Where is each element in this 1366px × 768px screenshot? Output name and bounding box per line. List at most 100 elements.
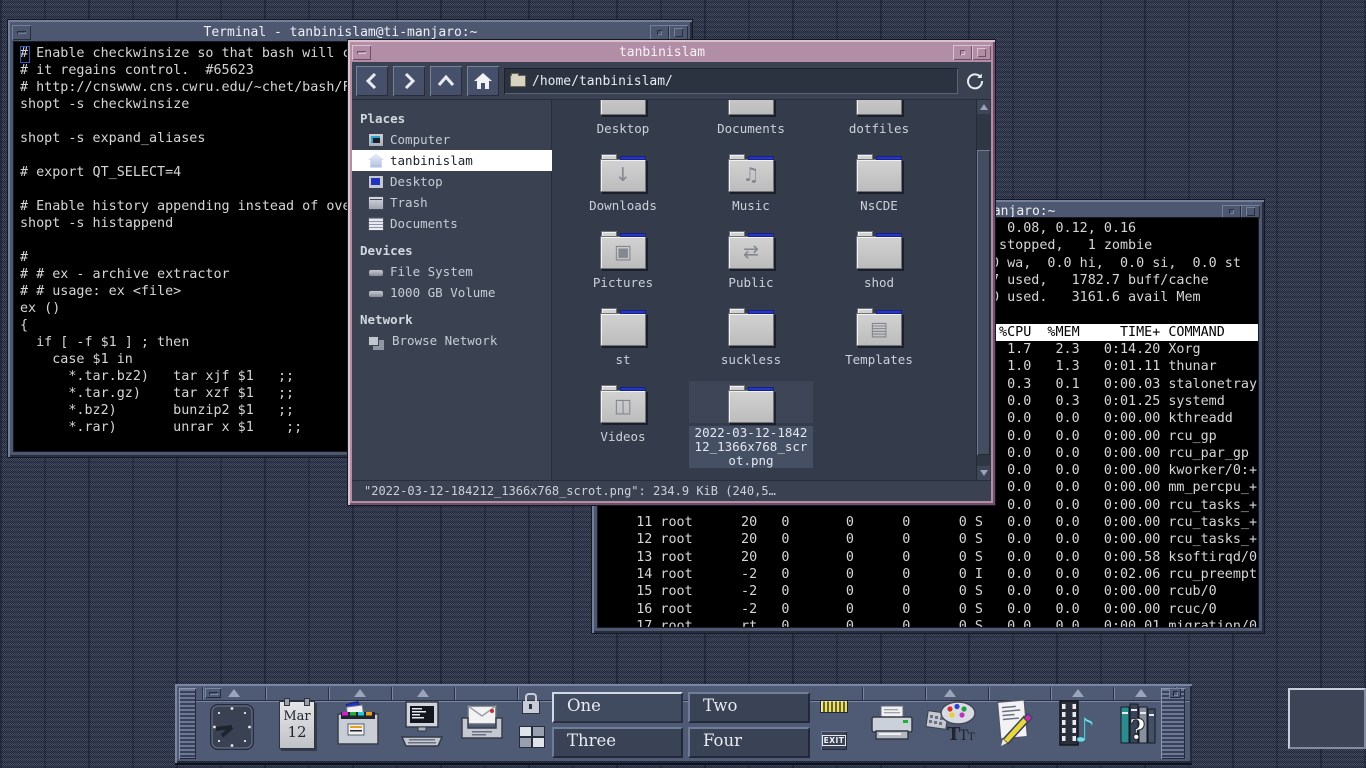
file-view[interactable]: Desktop Documents dotfiles [552,100,991,480]
workspace-button[interactable]: Two [688,692,810,723]
folder-emblem-icon: ▣ [601,237,645,268]
sidebar-item[interactable]: File System [352,261,552,282]
exit-button[interactable]: EXIT [821,731,847,750]
workspace-label: One [567,696,601,715]
file-item[interactable]: Documents [689,100,813,150]
sidebar-item-label: File System [390,264,473,279]
system-tray [1288,688,1366,749]
window-file-manager: tanbinislam /hom [348,40,995,505]
panel-iconify-button[interactable] [1169,688,1181,698]
sidebar-item[interactable]: Computer [352,129,552,150]
iconify-button[interactable] [953,45,972,60]
subpanel-arrow-media[interactable] [1072,689,1084,697]
file-icon [561,304,685,346]
maximize-button[interactable] [669,25,688,40]
clock-widget[interactable] [208,702,256,752]
sidebar-item-icon [368,336,379,346]
scrollbar-vertical[interactable] [976,100,991,480]
file-item[interactable]: suckless [689,304,813,381]
file-manager-launcher[interactable] [333,700,383,748]
file-item[interactable]: ◫ Videos [561,381,685,458]
iconify-button[interactable] [1222,205,1241,218]
file-item[interactable]: ▣ Pictures [561,227,685,304]
iconify-button[interactable] [650,25,669,40]
file-item[interactable]: 2022-03-12-184212_1366x768_scrot.png [689,381,813,458]
sidebar-item[interactable]: 1000 GB Volume [352,282,552,303]
folder-icon [510,75,526,87]
subpanel-arrow-terminal[interactable] [417,689,429,697]
file-icon [817,150,941,192]
file-icon: ▣ [561,227,685,269]
file-item[interactable]: dotfiles [817,100,941,150]
workspace-button[interactable]: One [552,692,683,723]
folder-icon [600,100,646,115]
file-item[interactable]: ♫ Music [689,150,813,227]
forward-button[interactable] [393,66,425,96]
svg-text:♪: ♪ [1074,711,1096,750]
scroll-up-button[interactable] [977,100,990,114]
home-button[interactable] [467,66,499,96]
panel-menu-dash-icon [209,692,218,695]
back-button[interactable] [356,66,388,96]
file-item[interactable]: st [561,304,685,381]
folder-icon [856,236,902,269]
subpanel-arrow-clock[interactable] [228,689,240,697]
file-name: Templates [843,353,915,367]
file-item[interactable]: Desktop [561,100,685,150]
folder-icon [856,159,902,192]
panel-menu-button[interactable] [205,688,221,698]
workspace-switcher: One Two Three Four [552,692,810,762]
maximize-button[interactable] [1241,205,1260,218]
subpanel-arrow-help[interactable] [1135,689,1147,697]
subpanel-arrow-style[interactable] [944,689,956,697]
window-menu-dash-icon [357,51,366,54]
file-name: suckless [719,353,783,367]
workspace-button[interactable]: Four [688,727,810,758]
sidebar-item[interactable]: tanbinislam [352,150,552,171]
scroll-down-button[interactable] [977,466,990,480]
calendar-widget[interactable]: Mar 12 [279,701,315,749]
sidebar-item[interactable]: Desktop [352,171,552,192]
media-player-launcher[interactable]: ♪ [1054,698,1102,750]
file-manager-toolbar: /home/tanbinislam/ [352,62,991,100]
window-menu-button[interactable] [352,45,371,60]
file-item[interactable]: ⇄ Public [689,227,813,304]
file-icon [689,100,813,115]
path-bar[interactable]: /home/tanbinislam/ [504,68,958,94]
iconify-icon [1229,209,1234,214]
window-menu-button[interactable] [12,25,31,40]
sidebar-item[interactable]: Trash [352,192,552,213]
reload-button[interactable] [963,69,987,93]
workspace-button[interactable]: Three [552,727,683,758]
up-button[interactable] [430,66,462,96]
terminal-left-titlebar[interactable]: Terminal - tanbinislam@ti-manjaro:~ [12,24,688,41]
window-list-button[interactable] [519,726,545,748]
file-item[interactable]: ▤ Templates [817,304,941,381]
printer-launcher[interactable] [867,704,917,746]
lock-screen-button[interactable] [522,700,540,714]
clock-icon [208,702,256,752]
sidebar-item[interactable]: Documents [352,213,552,234]
style-manager-launcher[interactable]: T T T [925,698,979,750]
file-item[interactable]: ↓ Downloads [561,150,685,227]
subpanel-arrow-files[interactable] [354,689,366,697]
panel-handle-left[interactable] [179,688,196,759]
folder-emblem-icon: ⇄ [729,237,773,268]
sidebar-item-label: 1000 GB Volume [390,285,495,300]
help-launcher[interactable]: ? [1116,699,1164,749]
folder-icon: ⇄ [728,236,774,269]
chevron-up-icon [437,75,455,87]
maximize-button[interactable] [972,45,991,60]
file-item[interactable]: NsCDE [817,150,941,227]
terminal-launcher[interactable] [396,699,448,749]
scrollbar-thumb[interactable] [977,150,990,455]
file-item[interactable]: shod [817,227,941,304]
sidebar-item-icon [368,217,384,231]
chevron-right-icon [402,73,416,89]
panel-handle-right[interactable] [1161,688,1185,759]
mail-launcher[interactable] [456,702,508,746]
sidebar-item-label: Trash [390,195,428,210]
text-editor-launcher[interactable] [991,698,1039,750]
sidebar-item[interactable]: Browse Network [352,330,552,351]
file-manager-titlebar[interactable]: tanbinislam [352,44,991,61]
